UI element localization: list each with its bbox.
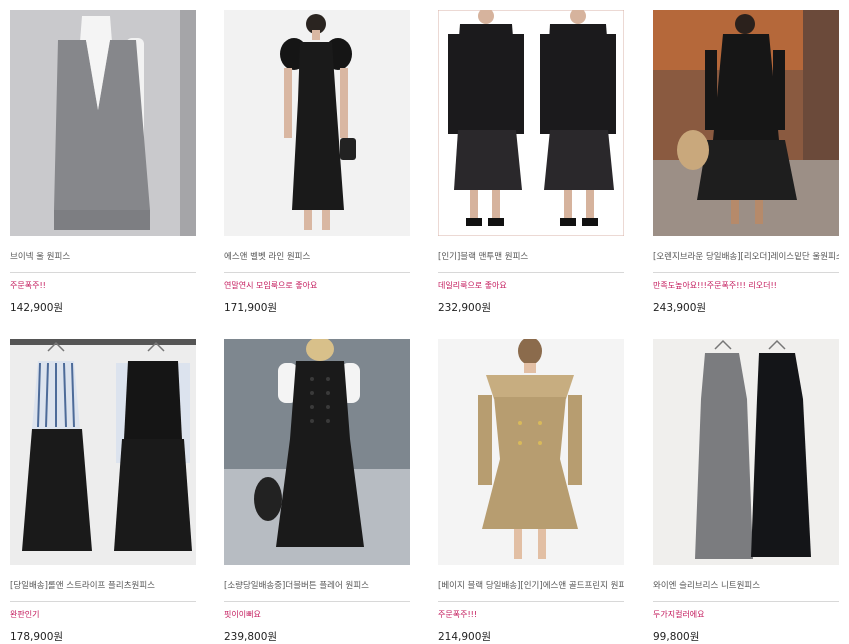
divider [10,272,196,273]
product-image[interactable] [438,10,624,236]
product-badge: 두가지컬러에요 [653,610,705,619]
product-grid: 브이넥 울 원피스 주문폭주!! 142,900원 에스앤 벨벳 라인 원피스 … [0,0,849,643]
divider [224,601,410,602]
product-title[interactable]: [당일배송]롤앤 스트라이프 플리츠원피스 [10,579,196,591]
product-badge: 핏이이뻐요 [224,610,261,619]
product-image[interactable] [653,10,839,236]
product-badge: 주문폭주!! [10,281,46,290]
divider [224,272,410,273]
divider [438,272,624,273]
product-badge: 완판인기 [10,610,40,619]
product-image[interactable] [224,10,410,236]
product-badge: 만족도높아요!!!주문폭주!!! 리오더!! [653,281,777,290]
product-image[interactable] [653,339,839,565]
product-title[interactable]: [오렌지브라운 당일배송][리오더]레이스밑단 울원피스 [653,250,839,262]
product-price: 239,800원 [224,631,278,643]
product-price: 99,800원 [653,631,700,643]
product-price: 171,900원 [224,302,278,314]
product-price: 214,900원 [438,631,492,643]
product-badge: 데일리룩으로 좋아요 [438,281,507,290]
divider [10,601,196,602]
product-image[interactable] [10,10,196,236]
product-image[interactable] [224,339,410,565]
product-price: 178,900원 [10,631,64,643]
divider [653,272,839,273]
product-title[interactable]: [베이지 블랙 당일배송][인기]에스앤 골드프린지 원피스 [438,579,624,591]
product-title[interactable]: [소량당일배송중]더블버튼 플레어 원피스 [224,579,410,591]
product-title[interactable]: [인기]블랙 맨투맨 원피스 [438,250,624,262]
product-title[interactable]: 에스앤 벨벳 라인 원피스 [224,250,410,262]
divider [653,601,839,602]
product-price: 142,900원 [10,302,64,314]
product-price: 232,900원 [438,302,492,314]
product-price: 243,900원 [653,302,707,314]
product-image[interactable] [10,339,196,565]
divider [438,601,624,602]
product-badge: 주문폭주!!! [438,610,478,619]
product-image[interactable] [438,339,624,565]
product-title[interactable]: 와이엔 슬리브리스 니트원피스 [653,579,839,591]
product-title[interactable]: 브이넥 울 원피스 [10,250,196,262]
product-badge: 연말연시 모임룩으로 좋아요 [224,281,318,290]
